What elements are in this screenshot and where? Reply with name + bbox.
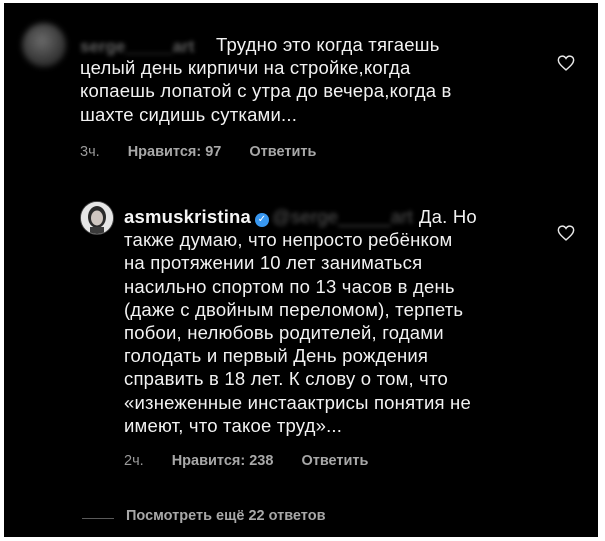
comment-time: 2ч. [124,453,144,469]
comment-time: 3ч. [80,144,100,160]
reply-button[interactable]: Ответить [301,453,368,469]
comment-line: голодать и первый День рождения [124,345,429,367]
replies-divider [82,518,114,519]
like-heart-icon[interactable] [557,55,575,71]
like-heart-icon[interactable] [557,225,575,241]
comment-line: насильно спортом по 13 часов в день [124,275,455,297]
avatar-portrait-icon [81,202,113,234]
verified-badge-icon: ✓ [255,213,270,227]
comment-line: побои, нелюбовь родителей, годами [124,322,444,344]
comment-username[interactable]: asmuskristina [124,206,251,227]
view-replies-button[interactable]: Посмотреть ещё 22 ответов [126,508,325,524]
comment-meta: 3ч. Нравится: 97 Ответить [80,144,340,160]
avatar[interactable] [80,201,114,235]
comment-line: справить в 18 лет. К слову о том, что [124,368,448,390]
comment-line: копаешь лопатой с утра до вечера,когда в [80,80,452,102]
comment-body: Трудно это когда тягаешь целый день кирп… [80,33,452,126]
comment-first-line: asmuskristina ✓ @serge_____art Да. Но [124,205,477,228]
comment-line: Да. Но [418,206,477,227]
comment-line: имеют, что такое труд»... [124,414,343,436]
comments-panel: serge_____art Трудно это когда тягаешь ц… [4,3,598,537]
avatar-blurred[interactable] [22,23,66,67]
comment-body: asmuskristina ✓ @serge_____art Да. Но также… [124,205,477,437]
comment-line: целый день кирпичи на стройке,когда [80,57,411,79]
comment-line: шахте сидишь сутками... [80,103,298,125]
comment-line: также думаю, что непросто ребёнком [124,229,453,251]
comment-line: на протяжении 10 лет заниматься [124,252,423,274]
comment-line: «изнеженные инстаактрисы понятия не [124,391,471,413]
likes-count[interactable]: Нравится: 97 [128,144,222,160]
mention-blurred[interactable]: @serge_____art [272,205,413,228]
reply-button[interactable]: Ответить [249,144,316,160]
comment-meta: 2ч. Нравится: 238 Ответить [124,453,392,469]
likes-count[interactable]: Нравится: 238 [172,453,274,469]
comment-line: Трудно это когда тягаешь [216,34,440,55]
comment-line: (даже с двойным переломом), терпеть [124,298,464,320]
